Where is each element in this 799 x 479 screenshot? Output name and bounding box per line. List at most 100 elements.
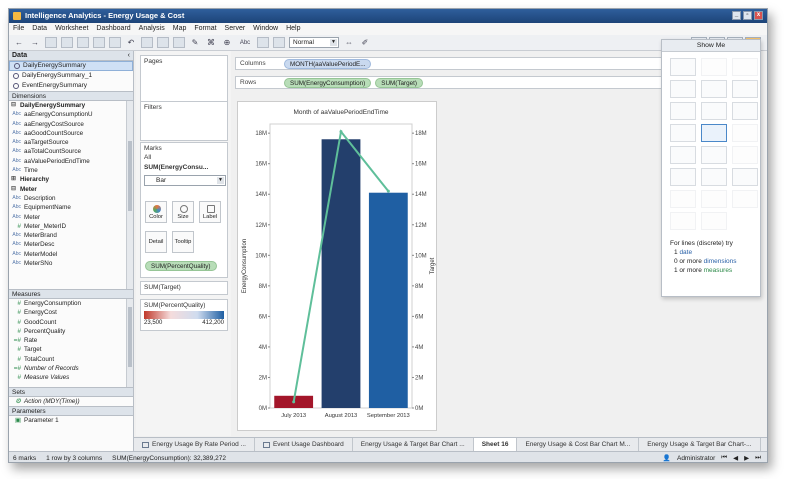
menu-analysis[interactable]: Analysis	[139, 23, 165, 35]
bullet-graph-chart-icon[interactable]	[670, 212, 696, 230]
dimension-field[interactable]: Abc Meter	[11, 213, 133, 222]
menu-help[interactable]: Help	[286, 23, 300, 35]
last-page-icon[interactable]: ⏭	[755, 454, 761, 462]
stacked-bar-chart-icon[interactable]	[701, 102, 727, 120]
measure-field[interactable]: # PercentQuality	[11, 327, 133, 336]
prev-page-icon[interactable]: ◀	[733, 454, 738, 462]
scatter-plot-chart-icon[interactable]	[701, 168, 727, 186]
datasource-item[interactable]: DailyEnergySummary	[9, 61, 133, 71]
target-legend-card[interactable]: SUM(Target)	[140, 281, 228, 295]
fit-dropdown[interactable]: Normal ▼	[289, 37, 339, 48]
close-button[interactable]: x	[754, 11, 763, 20]
measure-field[interactable]: =# Number of Records	[11, 364, 133, 373]
heat-map-chart-icon[interactable]	[670, 80, 696, 98]
dimension-field[interactable]: Abc aaTotalCountSource	[11, 147, 133, 156]
label-button[interactable]: Label	[199, 201, 221, 223]
menu-window[interactable]: Window	[253, 23, 278, 35]
pen-icon[interactable]: ✐	[359, 37, 371, 48]
dimension-field[interactable]: Abc aaTargetSource	[11, 138, 133, 147]
measure-field[interactable]: # EnergyConsumption	[11, 299, 133, 308]
measure-field[interactable]: =# Rate	[11, 336, 133, 345]
sheet-tab[interactable]: Energy Usage & Cost Bar Chart M...	[517, 438, 640, 451]
dimensions-scrollbar[interactable]	[126, 101, 133, 289]
dimension-field[interactable]: Abc Description	[11, 194, 133, 203]
dimension-field[interactable]: Abc MeterDesc	[11, 240, 133, 249]
menu-format[interactable]: Format	[194, 23, 216, 35]
collapse-icon[interactable]: ‹	[128, 51, 130, 61]
horizontal-bar-chart-icon[interactable]	[670, 102, 696, 120]
filled-map-chart-icon[interactable]	[732, 58, 758, 76]
text-table-chart-icon[interactable]	[670, 58, 696, 76]
dimension-field[interactable]: Abc Time	[11, 166, 133, 175]
menu-worksheet[interactable]: Worksheet	[55, 23, 88, 35]
menu-map[interactable]: Map	[173, 23, 187, 35]
tooltip-button[interactable]: Tooltip	[172, 231, 194, 253]
clear-sheet-icon[interactable]	[109, 37, 121, 48]
measures-scrollbar[interactable]	[126, 299, 133, 387]
menu-file[interactable]: File	[13, 23, 24, 35]
dimension-field[interactable]: Abc MeterModel	[11, 250, 133, 259]
chart-view[interactable]: Month of aaValuePeriodEndTime 0M 2M 4M 6M 8M 1…	[237, 101, 437, 431]
discrete-line-chart-icon[interactable]	[701, 124, 727, 142]
measure-field[interactable]: # Target	[11, 345, 133, 354]
scroll-thumb[interactable]	[128, 307, 132, 367]
sheet-tab[interactable]: Energy Usage & Target Bar Chart ...	[353, 438, 474, 451]
pages-shelf[interactable]: Pages	[140, 55, 228, 105]
dimension-field[interactable]: Abc aaEnergyCostSource	[11, 120, 133, 129]
labels-icon[interactable]: ⊕	[221, 37, 233, 48]
datasource-item[interactable]: DailyEnergySummary_1	[9, 71, 133, 81]
new-datasource-icon[interactable]	[61, 37, 73, 48]
dimension-group[interactable]: ⊟ DailyEnergySummary	[11, 101, 133, 110]
marks-measure-tab[interactable]: SUM(EnergyConsu...	[141, 163, 227, 173]
highlight-table-chart-icon[interactable]	[701, 80, 727, 98]
fix-axes-icon[interactable]: ⇔	[343, 37, 355, 48]
mark-type-dropdown[interactable]: Bar ▼	[144, 175, 226, 186]
presentation-icon[interactable]	[257, 37, 269, 48]
dimension-field[interactable]: # Meter_MeterID	[11, 222, 133, 231]
area-chart-icon[interactable]	[670, 146, 696, 164]
dimension-field[interactable]: Abc EquipmentName	[11, 203, 133, 212]
rows-pill[interactable]: SUM(Target)	[375, 77, 423, 88]
status-user[interactable]: Administrator	[677, 455, 715, 462]
histogram-chart-icon[interactable]	[670, 190, 696, 208]
dimension-field[interactable]: Abc MeterSNo	[11, 259, 133, 268]
measure-field[interactable]: # Measure Values	[11, 373, 133, 382]
menu-server[interactable]: Server	[225, 23, 246, 35]
symbol-map-chart-icon[interactable]	[701, 58, 727, 76]
measure-field[interactable]: # GoodCount	[11, 318, 133, 327]
save-icon[interactable]	[45, 37, 57, 48]
parameter-field[interactable]: ▣ Parameter 1	[9, 416, 133, 425]
sort-asc-icon[interactable]	[157, 37, 169, 48]
detail-button[interactable]: Detail	[145, 231, 167, 253]
duplicate-sheet-icon[interactable]	[93, 37, 105, 48]
side-by-side-circles-chart-icon[interactable]	[732, 168, 758, 186]
color-pill[interactable]: SUM(PercentQuality)	[145, 261, 217, 271]
datasource-item[interactable]: EventEnergySummary	[9, 81, 133, 91]
sheet-tab[interactable]: Event Usage Dashboard	[255, 438, 353, 451]
color-button[interactable]: Color	[145, 201, 167, 223]
packed-bubbles-chart-icon[interactable]	[701, 212, 727, 230]
set-field[interactable]: ⚙ Action (MDY(Time))	[9, 397, 133, 406]
pie-chart-icon[interactable]	[732, 146, 758, 164]
size-button[interactable]: Size	[172, 201, 194, 223]
first-page-icon[interactable]: ⏮	[721, 454, 727, 462]
dimension-field[interactable]: Abc aaGoodCountSource	[11, 129, 133, 138]
marks-all-label[interactable]: All	[141, 154, 227, 163]
dual-combination-chart-icon[interactable]	[670, 168, 696, 186]
chart-icon[interactable]	[273, 37, 285, 48]
scroll-thumb[interactable]	[128, 141, 132, 211]
dimension-group[interactable]: ⊞ Hierarchy	[11, 175, 133, 184]
discrete-area-chart-icon[interactable]	[701, 146, 727, 164]
group-icon[interactable]: ⌘	[205, 37, 217, 48]
expand-tree-icon[interactable]: ⊞	[11, 175, 17, 184]
collapse-tree-icon[interactable]: ⊟	[11, 185, 17, 194]
sheet-tab[interactable]: Energy Usage & Target Bar Chart-...	[639, 438, 761, 451]
dimension-group[interactable]: ⊟ Meter	[11, 185, 133, 194]
gantt-chart-icon[interactable]	[732, 190, 758, 208]
measure-field[interactable]: # TotalCount	[11, 355, 133, 364]
sheet-tab[interactable]: Energy Usage By Rate Period ...	[134, 438, 255, 451]
highlight-icon[interactable]: ✎	[189, 37, 201, 48]
forward-arrow-icon[interactable]: →	[29, 37, 41, 48]
dimension-field[interactable]: Abc MeterBrand	[11, 231, 133, 240]
dimension-field[interactable]: Abc aaValuePeriodEndTime	[11, 157, 133, 166]
